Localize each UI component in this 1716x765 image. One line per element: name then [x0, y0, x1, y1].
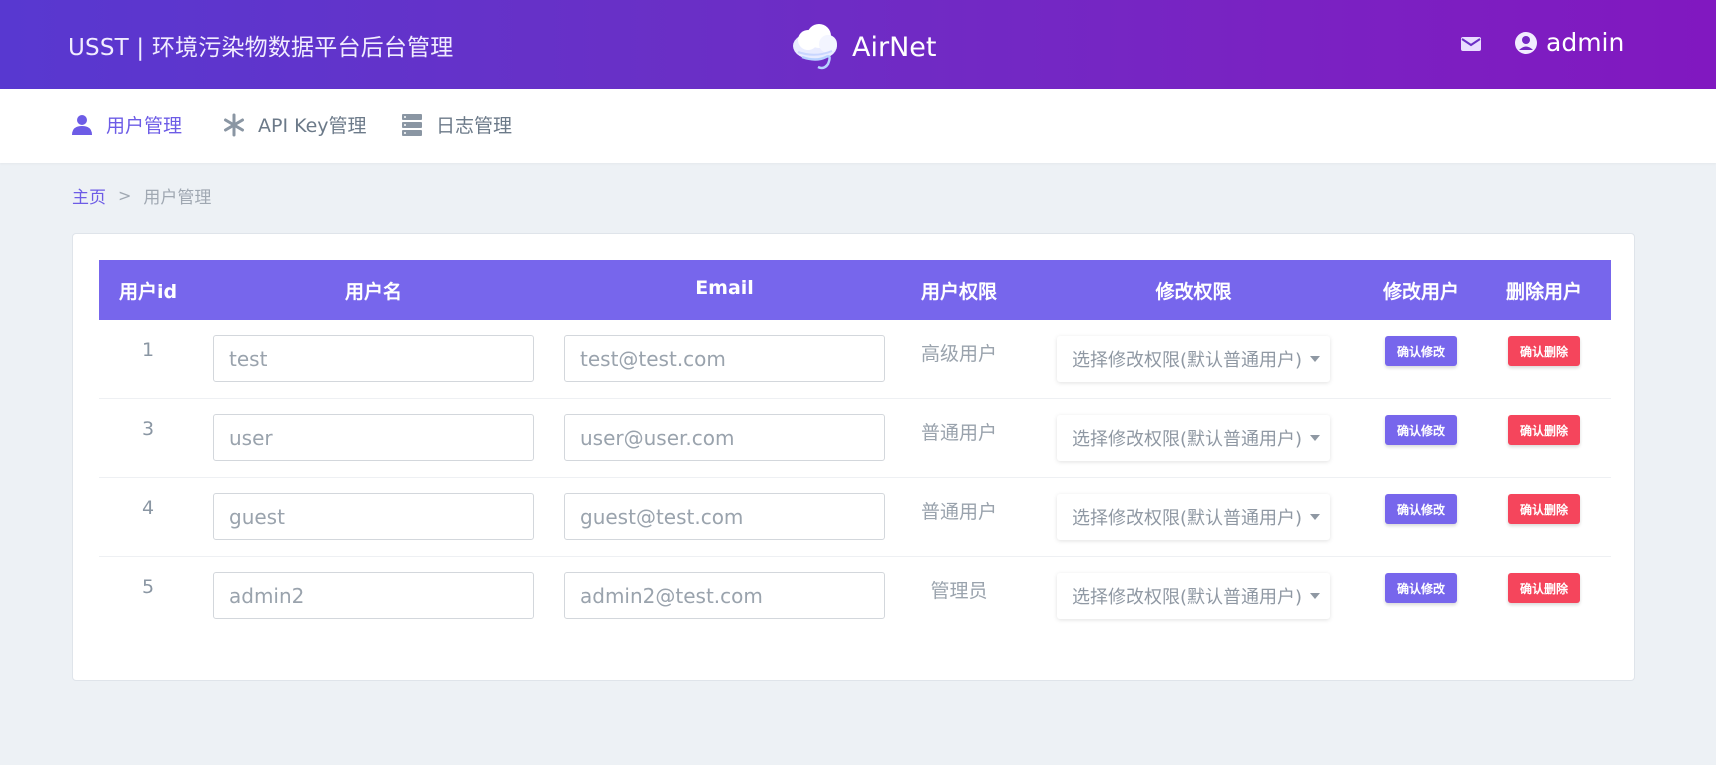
breadcrumb-current: 用户管理: [143, 188, 212, 208]
column-header-username: 用户名: [344, 281, 402, 303]
username-input[interactable]: [213, 572, 534, 619]
username-input[interactable]: [213, 414, 534, 461]
confirm-delete-button[interactable]: 确认删除: [1508, 336, 1580, 366]
asterisk-icon: [224, 113, 244, 136]
email-input[interactable]: [564, 335, 885, 382]
confirm-edit-button[interactable]: 确认修改: [1385, 415, 1457, 445]
select-placeholder: 选择修改权限(默认普通用户): [1072, 429, 1303, 450]
table-row: 1 高级用户 选择修改权限(默认普通用户) 确认修改 确认删除: [99, 320, 1611, 399]
permission-select[interactable]: 选择修改权限(默认普通用户): [1057, 573, 1330, 619]
table-row: 4 普通用户 选择修改权限(默认普通用户) 确认修改 确认删除: [99, 478, 1611, 557]
nav-item-api-key[interactable]: API Key管理: [222, 111, 367, 138]
column-header-email: Email: [695, 277, 754, 299]
select-placeholder: 选择修改权限(默认普通用户): [1072, 350, 1303, 371]
caret-down-icon: [1310, 593, 1321, 599]
main-nav: 用户管理 API Key管理 日志管理: [0, 89, 1716, 163]
caret-down-icon: [1310, 514, 1321, 520]
user-menu[interactable]: admin: [1514, 28, 1624, 57]
breadcrumb: 主页 > 用户管理: [72, 183, 211, 208]
breadcrumb-home[interactable]: 主页: [72, 183, 106, 208]
caret-down-icon: [1310, 356, 1321, 362]
username-input[interactable]: [213, 493, 534, 540]
confirm-edit-button[interactable]: 确认修改: [1385, 573, 1457, 603]
nav-label: API Key管理: [258, 115, 367, 137]
column-header-permission: 用户权限: [920, 281, 997, 303]
confirm-delete-button[interactable]: 确认删除: [1508, 494, 1580, 524]
username-label: admin: [1546, 28, 1625, 57]
table-row: 5 管理员 选择修改权限(默认普通用户) 确认修改 确认删除: [99, 557, 1611, 636]
mail-icon[interactable]: [1460, 33, 1482, 55]
user-icon: [72, 114, 92, 135]
user-id: 4: [141, 497, 155, 519]
site-title: USST | 环境污染物数据平台后台管理: [68, 35, 454, 61]
column-header-id: 用户id: [118, 281, 178, 303]
logo-text: AirNet: [852, 31, 937, 63]
nav-item-user-management[interactable]: 用户管理: [70, 111, 182, 138]
permission-label: 高级用户: [920, 343, 997, 365]
email-input[interactable]: [564, 414, 885, 461]
user-table-card: 用户id 用户名 Email 用户权限 修改权限 修改用户 删除用户 1 高级用…: [72, 233, 1635, 681]
nav-label: 日志管理: [436, 115, 513, 137]
user-circle-icon: [1515, 31, 1537, 54]
confirm-edit-button[interactable]: 确认修改: [1385, 494, 1457, 524]
chevron-right-icon: >: [118, 186, 132, 205]
top-header: USST | 环境污染物数据平台后台管理 AirNet admin: [0, 0, 1716, 89]
cloud-icon: [793, 24, 837, 70]
permission-label: 普通用户: [920, 501, 997, 523]
user-id: 5: [141, 576, 155, 598]
confirm-delete-button[interactable]: 确认删除: [1508, 573, 1580, 603]
email-input[interactable]: [564, 572, 885, 619]
select-placeholder: 选择修改权限(默认普通用户): [1072, 508, 1303, 529]
server-icon: [402, 113, 422, 136]
confirm-edit-button[interactable]: 确认修改: [1385, 336, 1457, 366]
nav-label: 用户管理: [106, 115, 183, 137]
column-header-delete-user: 删除用户: [1505, 281, 1582, 303]
select-placeholder: 选择修改权限(默认普通用户): [1072, 587, 1303, 608]
nav-item-logs[interactable]: 日志管理: [400, 111, 512, 138]
column-header-change-permission: 修改权限: [1155, 281, 1232, 303]
confirm-delete-button[interactable]: 确认删除: [1508, 415, 1580, 445]
permission-select[interactable]: 选择修改权限(默认普通用户): [1057, 494, 1330, 540]
username-input[interactable]: [213, 335, 534, 382]
permission-label: 普通用户: [920, 422, 997, 444]
table-header: 用户id 用户名 Email 用户权限 修改权限 修改用户 删除用户: [99, 260, 1611, 320]
permission-select[interactable]: 选择修改权限(默认普通用户): [1057, 415, 1330, 461]
user-id: 1: [141, 339, 155, 361]
table-row: 3 普通用户 选择修改权限(默认普通用户) 确认修改 确认删除: [99, 399, 1611, 478]
permission-label: 管理员: [930, 580, 988, 602]
brand-logo[interactable]: AirNet: [788, 20, 936, 74]
column-header-edit-user: 修改用户: [1382, 281, 1459, 303]
caret-down-icon: [1310, 435, 1321, 441]
permission-select[interactable]: 选择修改权限(默认普通用户): [1057, 336, 1330, 382]
user-id: 3: [141, 418, 155, 440]
email-input[interactable]: [564, 493, 885, 540]
